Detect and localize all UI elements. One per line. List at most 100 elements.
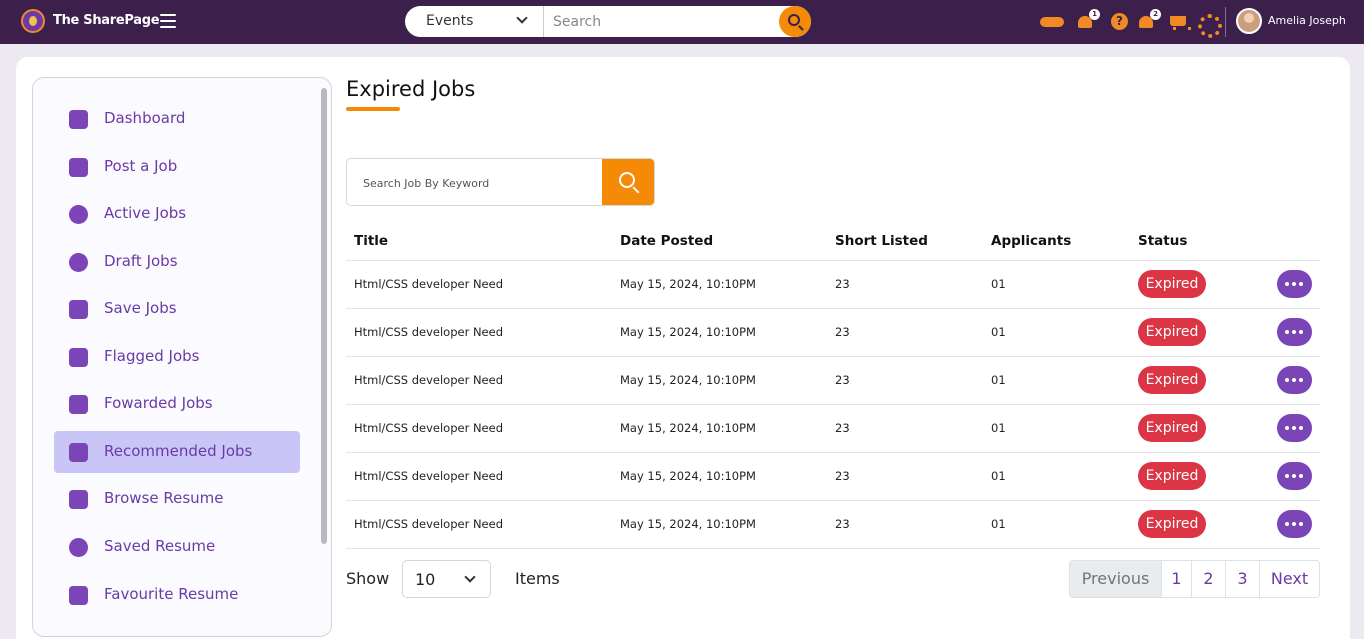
cell-short-listed: 23 — [835, 517, 850, 531]
cell-title: Html/CSS developer Need — [354, 277, 504, 291]
topbar-divider — [1225, 7, 1226, 37]
sidebar-item-post-a-job[interactable]: Post a Job — [54, 146, 300, 188]
cell-applicants: 01 — [991, 373, 1006, 387]
more-actions-button[interactable] — [1277, 318, 1312, 346]
sidebar-item-fowarded-jobs[interactable]: Fowarded Jobs — [54, 383, 300, 425]
cell-applicants: 01 — [991, 421, 1006, 435]
pagination-next[interactable]: Next — [1259, 560, 1320, 598]
cell-date-posted: May 15, 2024, 10:10PM — [620, 373, 756, 387]
page-size-select[interactable]: 10 — [402, 560, 491, 598]
sidebar-item-recommended-jobs[interactable]: Recommended Jobs — [54, 431, 300, 473]
pagination-previous[interactable]: Previous — [1069, 560, 1162, 598]
cell-date-posted: May 15, 2024, 10:10PM — [620, 421, 756, 435]
user-name[interactable]: Amelia Joseph — [1268, 14, 1346, 27]
keyword-search — [346, 158, 655, 206]
notification-badge: 1 — [1089, 9, 1100, 20]
hamburger-menu-icon[interactable] — [160, 14, 176, 28]
status-badge: Expired — [1138, 510, 1206, 538]
cell-title: Html/CSS developer Need — [354, 373, 504, 387]
more-actions-button[interactable] — [1277, 270, 1312, 298]
table-row: Html/CSS developer Need May 15, 2024, 10… — [346, 356, 1320, 404]
target-cursor-icon — [69, 205, 88, 224]
search-icon — [619, 172, 635, 188]
favourite-document-icon — [69, 586, 88, 605]
sidebar-item-flagged-jobs[interactable]: Flagged Jobs — [54, 336, 300, 378]
help-icon[interactable] — [1110, 12, 1130, 32]
search-category-value: Events — [426, 13, 474, 29]
keyword-search-input[interactable] — [363, 173, 593, 193]
status-badge: Expired — [1138, 366, 1206, 394]
status-badge: Expired — [1138, 318, 1206, 346]
notification-icon[interactable]: 1 — [1076, 9, 1100, 32]
more-actions-button[interactable] — [1277, 414, 1312, 442]
cell-date-posted: May 15, 2024, 10:10PM — [620, 277, 756, 291]
more-actions-button[interactable] — [1277, 462, 1312, 490]
sidebar-scrollbar[interactable] — [321, 88, 327, 544]
more-actions-button[interactable] — [1277, 366, 1312, 394]
sidebar-item-label: Browse Resume — [104, 489, 224, 507]
bookmarks-icon — [69, 300, 88, 319]
cell-short-listed: 23 — [835, 277, 850, 291]
more-actions-button[interactable] — [1277, 510, 1312, 538]
cell-short-listed: 23 — [835, 421, 850, 435]
search-category-select[interactable]: Events — [405, 6, 544, 37]
table-row: Html/CSS developer Need May 15, 2024, 10… — [346, 500, 1320, 548]
bell-icon[interactable]: 2 — [1137, 9, 1161, 32]
table-row: Html/CSS developer Need May 15, 2024, 10… — [346, 404, 1320, 452]
cell-date-posted: May 15, 2024, 10:10PM — [620, 325, 756, 339]
avatar[interactable] — [1236, 8, 1262, 34]
global-search: Events — [405, 6, 811, 37]
chevron-down-icon — [516, 12, 528, 24]
pagination-page-2[interactable]: 2 — [1191, 560, 1226, 598]
document-icon — [69, 490, 88, 509]
sidebar-item-label: Recommended Jobs — [104, 442, 253, 460]
brand-name[interactable]: The SharePage — [53, 13, 160, 28]
heart-icon — [69, 538, 88, 557]
sidebar-item-favourite-resume[interactable]: Favourite Resume — [54, 574, 300, 616]
circle-dots-icon — [69, 253, 88, 272]
chart-bar-icon — [69, 110, 88, 129]
keyword-search-button[interactable] — [602, 159, 654, 205]
global-search-input[interactable] — [553, 10, 773, 34]
cell-applicants: 01 — [991, 469, 1006, 483]
cart-icon[interactable] — [1169, 12, 1191, 32]
gear-icon[interactable] — [1196, 12, 1222, 38]
status-badge: Expired — [1138, 270, 1206, 298]
sidebar-item-browse-resume[interactable]: Browse Resume — [54, 478, 300, 520]
cell-applicants: 01 — [991, 277, 1006, 291]
sidebar-item-label: Dashboard — [104, 109, 186, 127]
cell-applicants: 01 — [991, 325, 1006, 339]
flag-icon — [69, 348, 88, 367]
sidebar-item-label: Active Jobs — [104, 204, 187, 222]
page-size-value: 10 — [415, 570, 436, 589]
sidebar-item-draft-jobs[interactable]: Draft Jobs — [54, 241, 300, 283]
sidebar-item-saved-resume[interactable]: Saved Resume — [54, 526, 300, 568]
items-label: Items — [515, 569, 560, 588]
chevron-down-icon — [464, 571, 476, 583]
cell-short-listed: 23 — [835, 373, 850, 387]
cell-title: Html/CSS developer Need — [354, 517, 504, 531]
cell-applicants: 01 — [991, 517, 1006, 531]
cell-title: Html/CSS developer Need — [354, 421, 504, 435]
sidebar-item-save-jobs[interactable]: Save Jobs — [54, 288, 300, 330]
recommend-icon — [69, 443, 88, 462]
title-underline — [346, 107, 400, 111]
column-header-date-posted: Date Posted — [620, 233, 714, 249]
sidebar-item-label: Favourite Resume — [104, 585, 239, 603]
handshake-icon[interactable] — [1040, 12, 1064, 32]
sidebar-item-active-jobs[interactable]: Active Jobs — [54, 193, 300, 235]
sidebar-item-label: Post a Job — [104, 157, 178, 175]
status-badge: Expired — [1138, 462, 1206, 490]
cell-date-posted: May 15, 2024, 10:10PM — [620, 469, 756, 483]
sidebar-item-dashboard[interactable]: Dashboard — [54, 98, 300, 140]
pagination-page-1[interactable]: 1 — [1161, 560, 1192, 598]
cell-short-listed: 23 — [835, 325, 850, 339]
brand-logo-icon[interactable] — [21, 9, 45, 33]
column-header-applicants: Applicants — [991, 233, 1072, 249]
pagination-page-3[interactable]: 3 — [1225, 560, 1260, 598]
sidebar-item-label: Draft Jobs — [104, 252, 178, 270]
cell-short-listed: 23 — [835, 469, 850, 483]
page-title: Expired Jobs — [346, 77, 476, 101]
column-header-status: Status — [1138, 233, 1188, 249]
global-search-button[interactable] — [779, 6, 811, 37]
